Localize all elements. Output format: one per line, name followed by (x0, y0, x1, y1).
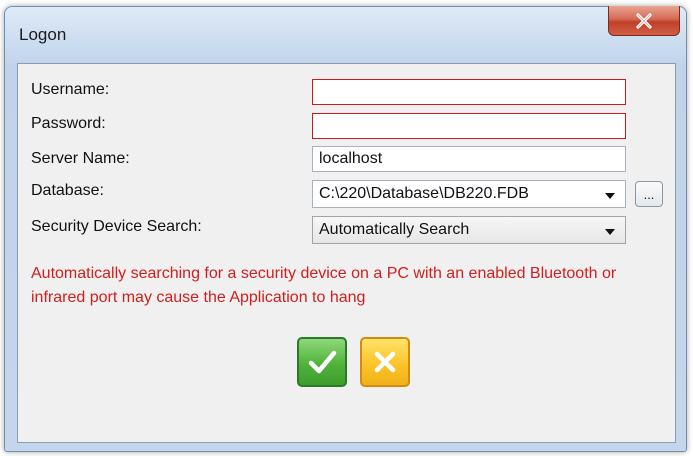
password-label: Password: (31, 115, 106, 132)
logon-window: Logon Username: Password: Server Name: D… (4, 6, 687, 452)
cancel-button[interactable] (360, 337, 410, 387)
chevron-down-icon (605, 228, 615, 235)
database-value: C:\220\Database\DB220.FDB (319, 185, 529, 202)
chevron-down-icon (605, 192, 615, 199)
security-device-search-dropdown[interactable]: Automatically Search (312, 216, 626, 244)
close-button[interactable] (608, 6, 680, 36)
username-label: Username: (31, 81, 110, 98)
security-device-search-label: Security Device Search: (31, 218, 202, 235)
username-input[interactable] (312, 79, 626, 105)
database-dropdown[interactable]: C:\220\Database\DB220.FDB (312, 180, 626, 208)
logon-form: Username: Password: Server Name: Databas… (17, 63, 676, 443)
close-icon (636, 12, 652, 29)
server-name-label: Server Name: (31, 150, 130, 167)
browse-database-button[interactable]: ... (635, 181, 663, 207)
window-title: Logon (19, 25, 67, 44)
x-icon (374, 351, 396, 373)
checkmark-icon (308, 350, 337, 374)
ok-button[interactable] (297, 337, 347, 387)
database-label: Database: (31, 182, 104, 199)
warning-message: Automatically searching for a security d… (31, 265, 617, 306)
server-name-input[interactable] (312, 146, 626, 172)
password-input[interactable] (312, 113, 626, 139)
security-device-search-value: Automatically Search (319, 221, 470, 238)
